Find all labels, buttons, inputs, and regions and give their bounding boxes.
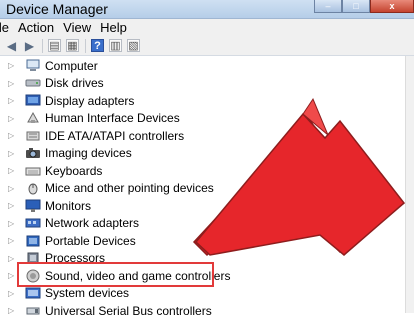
forward-arrow-icon[interactable]: ▶ xyxy=(23,39,36,53)
tree-item-label: System devices xyxy=(45,286,130,300)
tree-item-portable[interactable]: ▷ Portable Devices xyxy=(8,232,136,249)
menu-bar: ile Action View Help xyxy=(0,19,414,36)
expand-arrow-icon[interactable]: ▷ xyxy=(8,131,16,140)
properties-icon[interactable]: ▦ xyxy=(66,39,79,52)
help-icon[interactable]: ? xyxy=(91,39,104,52)
tree-item-ide[interactable]: ▷ IDE ATA/ATAPI controllers xyxy=(8,127,184,144)
window-title: Device Manager xyxy=(6,1,108,17)
expand-arrow-icon[interactable]: ▷ xyxy=(8,306,16,315)
expand-arrow-icon[interactable]: ▷ xyxy=(8,149,16,158)
expand-arrow-icon[interactable]: ▷ xyxy=(8,201,16,210)
minimize-button[interactable]: – xyxy=(314,0,342,13)
expand-arrow-icon[interactable]: ▷ xyxy=(8,271,16,280)
tree-item-imaging[interactable]: ▷ Imaging devices xyxy=(8,145,132,162)
tree-item-label: Keyboards xyxy=(45,163,103,178)
tree-item-system-devices[interactable]: ▷ System devices xyxy=(8,285,129,302)
tree-item-label: Computer xyxy=(45,58,98,73)
tree-item-label: Human Interface Devices xyxy=(45,111,180,125)
tree-item-label: Imaging devices xyxy=(45,146,132,160)
expand-arrow-icon[interactable]: ▷ xyxy=(8,219,16,228)
expand-arrow-icon[interactable]: ▷ xyxy=(8,254,16,263)
up-folder-icon[interactable]: ▤ xyxy=(48,39,61,52)
tree-item-monitors[interactable]: ▷ Monitors xyxy=(8,197,91,214)
camera-icon xyxy=(25,146,41,160)
toolbar-separator xyxy=(42,38,43,53)
tree-item-network[interactable]: ▷ Network adapters xyxy=(8,215,139,232)
tree-item-label: Mice and other pointing devices xyxy=(45,181,214,195)
expand-arrow-icon[interactable]: ▷ xyxy=(8,114,16,123)
expand-arrow-icon[interactable]: ▷ xyxy=(8,61,16,70)
tree-item-hid[interactable]: ▷ Human Interface Devices xyxy=(8,110,180,127)
tree-item-display-adapters[interactable]: ▷ Display adapters xyxy=(8,92,134,109)
expand-arrow-icon[interactable]: ▷ xyxy=(8,96,16,105)
close-button[interactable]: x xyxy=(370,0,414,13)
monitor-icon xyxy=(25,199,41,213)
expand-arrow-icon[interactable]: ▷ xyxy=(8,184,16,193)
tree-item-label: Portable Devices xyxy=(45,233,136,248)
back-arrow-icon[interactable]: ◀ xyxy=(5,39,18,53)
toolbar: ◀ ▶ ▤ ▦ ? ▥ ▧ xyxy=(0,36,414,56)
expand-arrow-icon[interactable]: ▷ xyxy=(8,289,16,298)
update-driver-icon[interactable]: ▧ xyxy=(127,39,140,52)
window-controls: – □ x xyxy=(314,0,414,14)
maximize-button[interactable]: □ xyxy=(342,0,370,13)
vertical-scrollbar[interactable] xyxy=(405,56,414,313)
computer-icon xyxy=(25,59,41,73)
tree-item-disk-drives[interactable]: ▷ Disk drives xyxy=(8,75,104,92)
expand-arrow-icon[interactable]: ▷ xyxy=(8,79,16,88)
hid-icon xyxy=(25,111,41,125)
menu-help[interactable]: Help xyxy=(100,19,127,36)
ide-controller-icon xyxy=(25,129,41,143)
menu-file[interactable]: ile xyxy=(0,19,9,36)
disk-drive-icon xyxy=(25,76,41,90)
portable-device-icon xyxy=(25,234,41,248)
tree-item-label: Disk drives xyxy=(45,76,104,90)
menu-view[interactable]: View xyxy=(63,19,91,36)
menu-action[interactable]: Action xyxy=(18,19,54,36)
expand-arrow-icon[interactable]: ▷ xyxy=(8,236,16,245)
title-bar: Device Manager – □ x xyxy=(0,0,414,19)
expand-arrow-icon[interactable]: ▷ xyxy=(8,166,16,175)
system-devices-icon xyxy=(25,286,41,300)
tree-item-label: Network adapters xyxy=(45,216,140,230)
mouse-icon xyxy=(25,181,41,195)
keyboard-icon xyxy=(25,164,41,178)
tree-item-label: Universal Serial Bus controllers xyxy=(45,303,212,318)
tree-item-label: IDE ATA/ATAPI controllers xyxy=(45,128,185,143)
tree-item-keyboards[interactable]: ▷ Keyboards xyxy=(8,162,102,179)
usb-icon xyxy=(25,304,41,318)
toolbar-separator xyxy=(85,38,86,53)
display-adapter-icon xyxy=(25,94,41,108)
tree-item-computer[interactable]: ▷ Computer xyxy=(8,57,98,74)
tree-item-usb[interactable]: ▷ Universal Serial Bus controllers xyxy=(8,302,212,319)
tree-item-label: Display adapters xyxy=(45,93,135,108)
highlight-box xyxy=(17,262,214,287)
scan-icon[interactable]: ▥ xyxy=(109,39,122,52)
tree-item-label: Monitors xyxy=(45,198,92,213)
tree-item-mice[interactable]: ▷ Mice and other pointing devices xyxy=(8,180,214,197)
network-adapter-icon xyxy=(25,216,41,230)
